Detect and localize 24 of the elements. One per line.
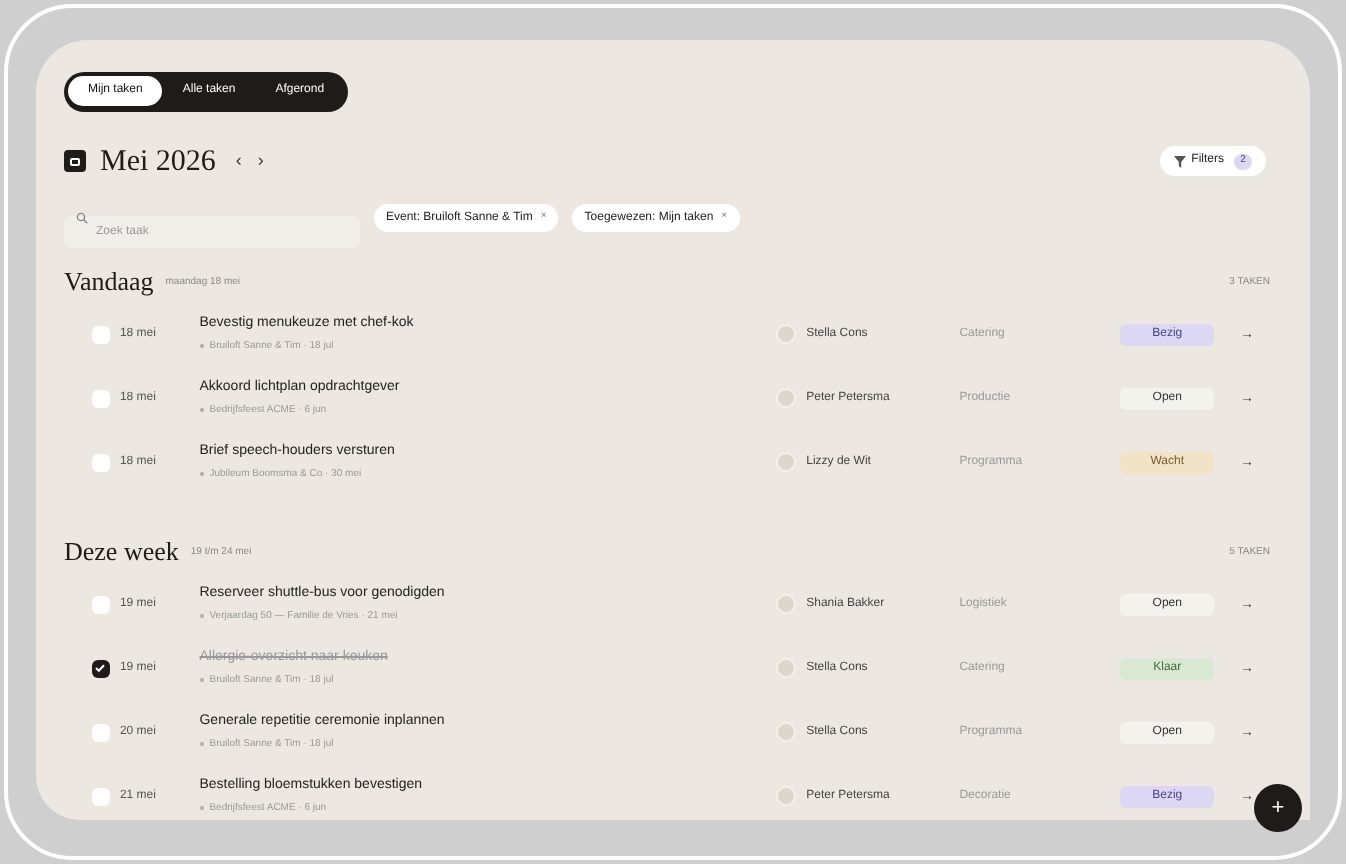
checkbox[interactable] [92, 787, 110, 805]
add-button[interactable]: + [1254, 784, 1302, 832]
next-month-button[interactable]: › [257, 148, 264, 175]
filter-icon [1173, 155, 1186, 168]
checkbox[interactable] [92, 659, 110, 677]
avatar [776, 324, 797, 344]
check-icon [94, 662, 107, 674]
avatar [776, 658, 797, 678]
checkbox[interactable] [92, 389, 110, 407]
search-icon [76, 212, 88, 224]
checkbox[interactable] [92, 325, 110, 343]
avatar [776, 452, 797, 472]
checkbox[interactable] [92, 595, 110, 613]
checkbox[interactable] [92, 723, 110, 741]
avatar [776, 594, 797, 614]
month-title: Mei 2026 [100, 143, 216, 181]
section-title: Deze week [64, 538, 179, 564]
avatar [776, 722, 797, 742]
checkbox[interactable] [92, 453, 110, 471]
avatar [776, 786, 797, 806]
avatar [776, 388, 797, 408]
calendar-icon [64, 150, 86, 173]
previous-month-button[interactable]: ‹ [235, 148, 242, 175]
section-title: Vandaag [64, 268, 154, 294]
